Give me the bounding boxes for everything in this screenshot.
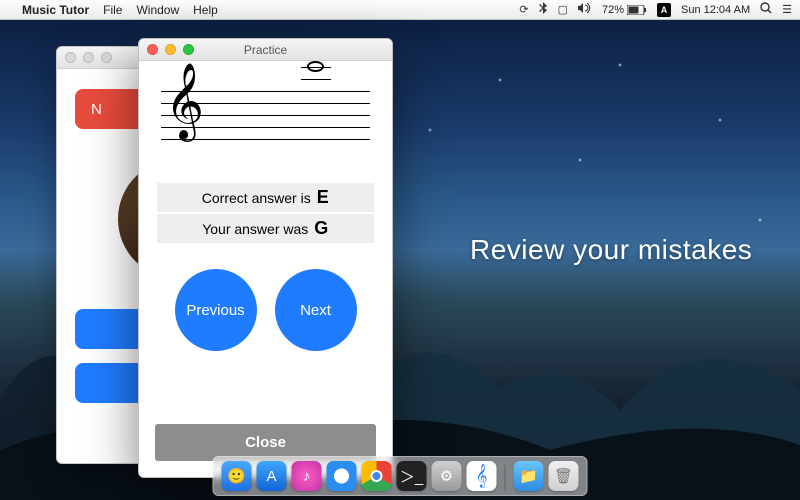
folder-icon: 📁 (514, 461, 544, 491)
traffic-light-zoom[interactable] (101, 52, 112, 63)
dock-app-terminal[interactable]: ＞_ (397, 461, 427, 491)
treble-clef-icon: 𝄞 (165, 69, 204, 135)
dock-separator (505, 465, 506, 491)
previous-button[interactable]: Previous (175, 269, 257, 351)
itunes-icon: ♪ (292, 461, 322, 491)
whole-note (307, 61, 324, 72)
menu-file[interactable]: File (103, 3, 122, 17)
your-answer-label: Your answer was (202, 221, 308, 237)
dock-app-appstore[interactable]: A (257, 461, 287, 491)
previous-button-label: Previous (186, 302, 244, 319)
sync-icon[interactable]: ⟳ (519, 3, 528, 16)
macos-dock: 🙂 A ♪ ＞_ ⚙ 𝄞 📁 🗑 (213, 456, 588, 496)
dock-trash[interactable]: 🗑 (549, 461, 579, 491)
traffic-light-minimize[interactable] (83, 52, 94, 63)
dock-app-finder[interactable]: 🙂 (222, 461, 252, 491)
terminal-icon: ＞_ (397, 461, 427, 491)
dock-app-chrome[interactable] (362, 461, 392, 491)
traffic-light-close[interactable] (147, 44, 158, 55)
traffic-light-zoom[interactable] (183, 44, 194, 55)
traffic-light-minimize[interactable] (165, 44, 176, 55)
music-staff-area: 𝄞 (139, 61, 392, 153)
close-button-label: Close (245, 434, 286, 451)
ledger-line (301, 79, 331, 80)
correct-answer-row: Correct answer is E (157, 183, 374, 212)
battery-percent: 72% (602, 4, 624, 16)
volume-icon[interactable] (578, 3, 592, 16)
correct-answer-value: E (317, 187, 330, 208)
traffic-light-close[interactable] (65, 52, 76, 63)
music-staff: 𝄞 (161, 77, 370, 147)
trash-icon: 🗑 (549, 461, 579, 491)
app-menu[interactable]: Music Tutor (22, 3, 89, 17)
practice-window-titlebar[interactable]: Practice (139, 39, 392, 61)
dock-app-safari[interactable] (327, 461, 357, 491)
your-answer-value: G (314, 218, 329, 239)
next-button[interactable]: Next (275, 269, 357, 351)
gear-icon: ⚙ (432, 461, 462, 491)
dock-downloads[interactable]: 📁 (514, 461, 544, 491)
practice-window: Practice 𝄞 Correct answer is E Your answ… (138, 38, 393, 478)
marketing-tagline: Review your mistakes (470, 234, 752, 266)
your-answer-row: Your answer was G (157, 214, 374, 243)
correct-answer-label: Correct answer is (202, 190, 311, 206)
dock-app-sysprefs[interactable]: ⚙ (432, 461, 462, 491)
spotlight-icon[interactable] (760, 2, 772, 17)
menubar-clock[interactable]: Sun 12:04 AM (681, 4, 750, 16)
notification-center-icon[interactable]: ☰ (782, 3, 792, 16)
dock-app-itunes[interactable]: ♪ (292, 461, 322, 491)
airplay-icon[interactable]: ▢ (558, 3, 568, 16)
answer-feedback: Correct answer is E Your answer was G (157, 183, 374, 245)
menu-window[interactable]: Window (136, 3, 179, 17)
bluetooth-icon[interactable] (539, 2, 548, 17)
next-button-label: Next (300, 302, 331, 319)
finder-icon: 🙂 (222, 461, 252, 491)
macos-menubar: Music Tutor File Window Help ⟳ ▢ 72% A S… (0, 0, 800, 20)
dock-app-musictutor[interactable]: 𝄞 (467, 461, 497, 491)
menu-help[interactable]: Help (193, 3, 218, 17)
battery-status[interactable]: 72% (602, 4, 647, 16)
appstore-icon: A (257, 461, 287, 491)
input-source-indicator[interactable]: A (657, 3, 671, 17)
treble-clef-icon: 𝄞 (467, 461, 497, 491)
main-red-button-label: N (91, 101, 102, 118)
